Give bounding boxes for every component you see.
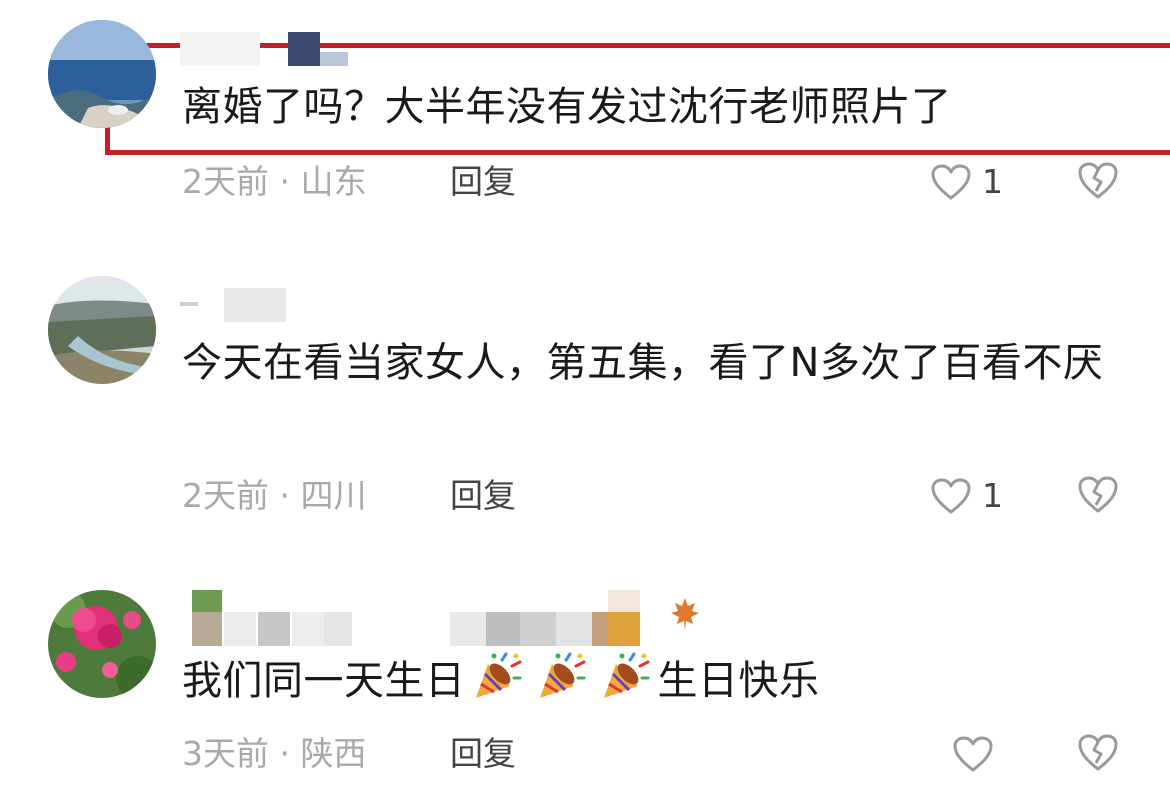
party-popper-icon [603,652,649,698]
maple-leaf-icon [671,598,699,630]
comment-text-after: 生日快乐 [657,658,820,704]
dislike-button[interactable] [1076,732,1120,776]
meta-separator: · [279,476,291,515]
heart-icon [953,736,993,772]
comment-text-before: 我们同一天生日 [182,658,466,704]
like-count: 1 [982,476,1003,515]
avatar[interactable] [48,590,156,698]
dislike-button[interactable] [1076,160,1120,204]
like-button[interactable]: 1 [930,474,1003,518]
comment-meta: 3天前 · 陕西 [182,734,367,774]
broken-heart-icon [1078,162,1118,199]
like-count: 1 [982,162,1003,201]
comment-text: 今天在看当家女人，第五集，看了N多次了百看不厌 [182,340,1104,386]
comment-text: 离婚了吗？大半年没有发过沈行老师照片了 [182,84,952,130]
like-button[interactable]: 1 [930,160,1003,204]
avatar[interactable] [48,20,156,128]
broken-heart-icon [1078,734,1118,771]
like-button[interactable] [952,732,994,776]
comment-meta: 2天前 · 山东 [182,162,367,202]
heart-icon [931,478,971,514]
meta-separator: · [279,162,291,201]
party-popper-icon [539,652,585,698]
broken-heart-icon [1078,476,1118,513]
comment-location: 四川 [300,476,367,515]
meta-separator: · [279,734,291,773]
heart-icon [931,164,971,200]
avatar[interactable] [48,276,156,384]
comment-location: 山东 [300,162,367,201]
dislike-button[interactable] [1076,474,1120,518]
comment-text: 我们同一天生日 生日快乐 [182,644,1142,718]
reply-button[interactable]: 回复 [450,734,516,774]
comment-time: 3天前 [182,734,269,773]
party-popper-icon [475,652,521,698]
comment-meta: 2天前 · 四川 [182,476,367,516]
comment-time: 2天前 [182,476,269,515]
comment-time: 2天前 [182,162,269,201]
reply-button[interactable]: 回复 [450,162,516,202]
reply-button[interactable]: 回复 [450,476,516,516]
comment-location: 陕西 [300,734,367,773]
